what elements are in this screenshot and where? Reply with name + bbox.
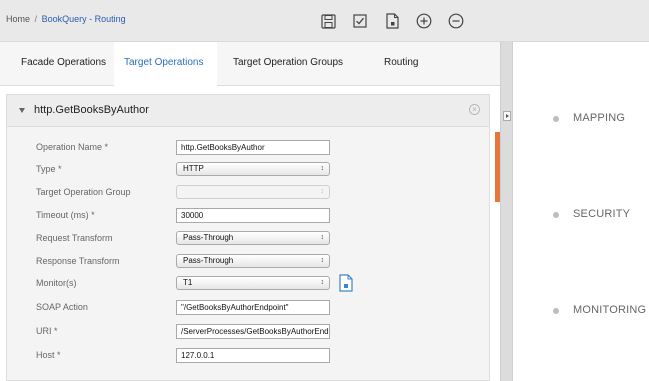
side-nav-label: MAPPING	[573, 112, 626, 124]
checkbox-icon	[353, 14, 367, 28]
close-button[interactable]: ×	[469, 104, 480, 115]
plus-circle-icon	[416, 13, 432, 29]
add-button[interactable]	[408, 8, 440, 34]
save-button[interactable]	[312, 8, 344, 34]
select-arrows-icon: ↕	[320, 234, 325, 241]
select-arrows-icon: ↕	[320, 279, 325, 286]
tab-target-operation-groups[interactable]: Target Operation Groups	[233, 42, 343, 86]
monitors-select[interactable]: T1 ↕	[176, 276, 330, 290]
caret-down-icon[interactable]	[19, 108, 25, 113]
uri-input[interactable]: /ServerProcesses/GetBooksByAuthorEnd	[176, 324, 330, 339]
tab-bar: Facade Operations Target Operations Targ…	[0, 42, 500, 87]
form-row-target-operation-group: Target Operation Group ↕	[7, 183, 489, 203]
toolbar	[312, 8, 472, 34]
minus-circle-icon	[448, 13, 464, 29]
monitors-label: Monitor(s)	[36, 278, 77, 288]
type-label: Type *	[36, 164, 62, 174]
panel-header[interactable]: http.GetBooksByAuthor ×	[7, 95, 489, 127]
bullet-icon	[553, 212, 559, 218]
timeout-label: Timeout (ms) *	[36, 210, 95, 220]
bullet-icon	[553, 116, 559, 122]
soap-action-input[interactable]: "/GetBooksByAuthorEndpoint"	[176, 300, 330, 315]
form-row-request-transform: Request Transform Pass-Through ↕	[7, 229, 489, 249]
remove-button[interactable]	[440, 8, 472, 34]
type-select[interactable]: HTTP ↕	[176, 162, 330, 176]
request-transform-label: Request Transform	[36, 233, 113, 243]
request-transform-value: Pass-Through	[183, 233, 234, 242]
response-transform-label: Response Transform	[36, 256, 120, 266]
form-row-monitors: Monitor(s) T1 ↕	[7, 274, 489, 294]
soap-action-label: SOAP Action	[36, 302, 88, 312]
form-row-response-transform: Response Transform Pass-Through ↕	[7, 252, 489, 272]
side-nav-label: SECURITY	[573, 208, 631, 220]
bullet-icon	[553, 308, 559, 314]
tab-facade-operations[interactable]: Facade Operations	[21, 42, 106, 86]
breadcrumb-current[interactable]: BookQuery - Routing	[42, 14, 126, 24]
form-row-soap-action: SOAP Action "/GetBooksByAuthorEndpoint"	[7, 298, 489, 318]
response-transform-select[interactable]: Pass-Through ↕	[176, 254, 330, 268]
operation-name-input[interactable]: http.GetBooksByAuthor	[176, 140, 330, 155]
request-transform-select[interactable]: Pass-Through ↕	[176, 231, 330, 245]
tab-target-operations[interactable]: Target Operations	[114, 42, 217, 87]
main-content: Facade Operations Target Operations Targ…	[0, 42, 500, 381]
document-icon[interactable]	[339, 274, 353, 292]
timeout-input[interactable]: 30000	[176, 208, 330, 223]
side-nav: MAPPING SECURITY MONITORING	[513, 42, 649, 381]
panel-title: http.GetBooksByAuthor	[34, 104, 149, 116]
breadcrumb-home[interactable]: Home	[6, 14, 30, 24]
form-row-host: Host * 127.0.0.1	[7, 346, 489, 366]
operation-name-label: Operation Name *	[36, 142, 109, 152]
document-button[interactable]	[376, 8, 408, 34]
panel-divider	[500, 42, 513, 381]
target-operation-group-select[interactable]: ↕	[176, 185, 330, 199]
host-label: Host *	[36, 350, 61, 360]
side-nav-label: MONITORING	[573, 304, 647, 316]
validate-button[interactable]	[344, 8, 376, 34]
breadcrumb: Home / BookQuery - Routing	[6, 14, 126, 24]
top-bar: Home / BookQuery - Routing	[0, 0, 649, 42]
operation-panel: http.GetBooksByAuthor × Operation Name *…	[6, 94, 490, 381]
monitors-value: T1	[183, 278, 193, 287]
select-arrows-icon: ↕	[320, 257, 325, 264]
target-operation-group-label: Target Operation Group	[36, 187, 131, 197]
uri-label: URI *	[36, 326, 58, 336]
form-row-type: Type * HTTP ↕	[7, 160, 489, 180]
select-arrows-icon: ↕	[320, 165, 325, 172]
host-input[interactable]: 127.0.0.1	[176, 348, 330, 363]
close-icon: ×	[472, 104, 477, 114]
type-select-value: HTTP	[183, 164, 204, 173]
breadcrumb-separator: /	[34, 14, 38, 24]
form-row-operation-name: Operation Name * http.GetBooksByAuthor	[7, 138, 489, 158]
select-arrows-icon: ↕	[320, 188, 325, 195]
expand-arrow-icon[interactable]	[503, 111, 511, 121]
document-icon	[385, 13, 399, 29]
form-row-uri: URI * /ServerProcesses/GetBooksByAuthorE…	[7, 322, 489, 342]
response-transform-value: Pass-Through	[183, 256, 234, 265]
tab-routing[interactable]: Routing	[384, 42, 418, 86]
save-icon	[320, 13, 336, 29]
form-row-timeout: Timeout (ms) * 30000	[7, 206, 489, 226]
